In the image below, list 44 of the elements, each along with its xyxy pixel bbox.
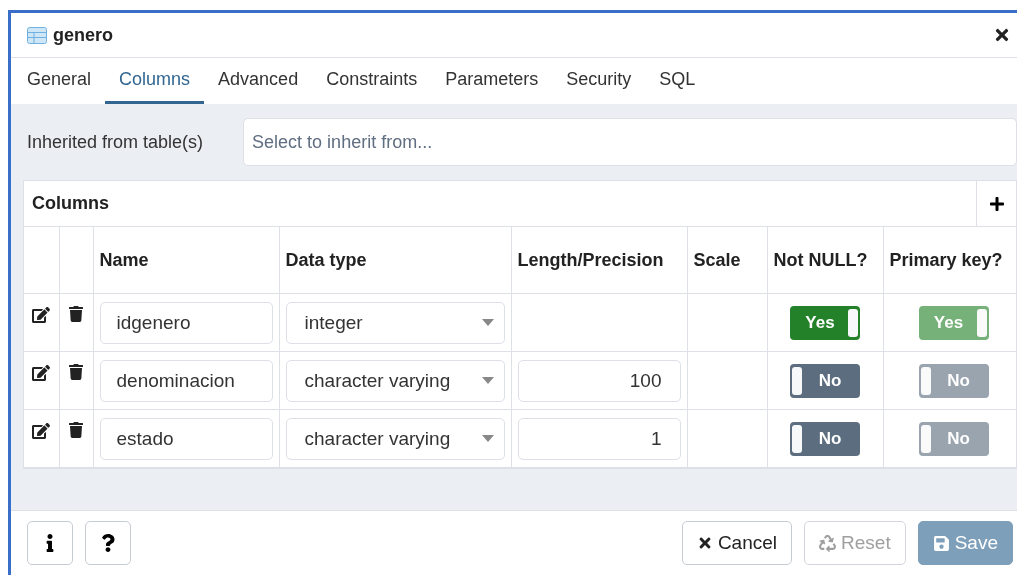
close-icon[interactable] [993, 26, 1011, 44]
trash-icon[interactable] [68, 422, 84, 438]
inherit-select[interactable]: Select to inherit from... [243, 118, 1017, 166]
column-header: Name [93, 227, 279, 294]
type-select[interactable]: character varying [285, 417, 505, 460]
table-icon [27, 26, 47, 44]
type-select[interactable]: integer [285, 301, 505, 344]
column-header: Length/Precision [511, 227, 687, 294]
plus-icon [988, 195, 1005, 212]
tab[interactable]: General [13, 58, 106, 104]
type-select[interactable]: character varying [285, 359, 505, 402]
toggle-switch[interactable]: No [790, 363, 860, 398]
edit-icon[interactable] [32, 364, 51, 382]
name-field[interactable]: denominacion [99, 359, 273, 402]
edit-icon[interactable] [32, 422, 51, 440]
recycle-icon [819, 534, 837, 552]
info-button[interactable] [27, 521, 73, 565]
tab[interactable]: Security [552, 58, 646, 104]
length-field[interactable]: 100 [517, 359, 681, 402]
column-header: Not NULL? [767, 227, 883, 294]
name-field[interactable]: estado [99, 417, 273, 460]
field-label: Inherited from table(s) [26, 131, 204, 153]
tab[interactable]: SQL [645, 58, 710, 104]
name-field[interactable]: idgenero [99, 301, 273, 344]
window-title: genero [53, 24, 114, 46]
length-field[interactable]: 1 [517, 417, 681, 460]
caret-icon [481, 319, 494, 326]
caret-icon [481, 435, 494, 442]
edit-icon[interactable] [32, 306, 51, 324]
toggle-switch[interactable]: Yes [790, 305, 860, 340]
column-header: Scale [687, 227, 767, 294]
help-icon [99, 534, 117, 552]
trash-icon[interactable] [68, 364, 84, 380]
tab[interactable]: Constraints [312, 58, 432, 104]
tab[interactable]: Advanced [204, 58, 313, 104]
toggle-switch[interactable]: No [790, 421, 860, 456]
caret-icon [481, 377, 494, 384]
tab[interactable]: Parameters [431, 58, 553, 104]
column-header: Data type [279, 227, 511, 294]
cancel-button[interactable]: Cancel [681, 521, 793, 565]
help-button[interactable] [85, 521, 131, 565]
save-icon [932, 534, 950, 552]
panel-title: Columns [31, 193, 110, 214]
trash-icon[interactable] [68, 306, 84, 322]
